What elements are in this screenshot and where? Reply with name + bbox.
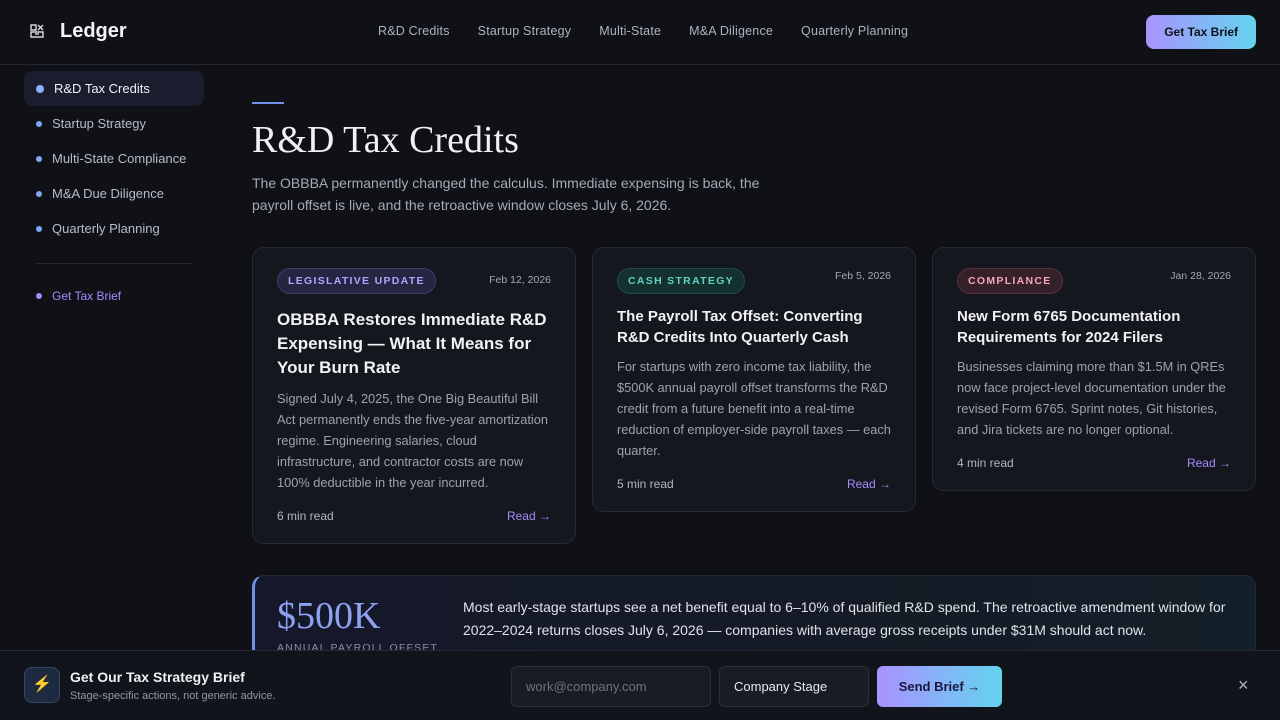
scales-icon [28, 22, 48, 42]
nav-ma-diligence[interactable]: M&A Diligence [689, 24, 773, 38]
read-link[interactable]: Read → [1187, 456, 1231, 470]
company-stage-select[interactable]: Company Stage [719, 666, 869, 707]
read-time: 5 min read [617, 477, 674, 491]
article-date: Jan 28, 2026 [1170, 270, 1231, 282]
get-tax-brief-button[interactable]: Get Tax Brief [1146, 15, 1256, 49]
bullet-dot-icon [36, 120, 42, 127]
sidebar: R&D Tax Credits Startup Strategy Multi-S… [24, 71, 204, 311]
nav-rd-credits[interactable]: R&D Credits [378, 24, 450, 38]
article-title[interactable]: New Form 6765 Documentation Requirements… [957, 306, 1231, 348]
lightning-bolt-icon: ⚡ [24, 667, 60, 703]
page-title: R&D Tax Credits [252, 119, 519, 161]
category-badge: LEGISLATIVE UPDATE [277, 268, 436, 294]
signup-title: Get Our Tax Strategy Brief [70, 669, 245, 685]
article-excerpt: Signed July 4, 2025, the One Big Beautif… [277, 391, 548, 490]
category-badge: COMPLIANCE [957, 268, 1063, 294]
sidebar-item-label: M&A Due Diligence [52, 186, 164, 201]
article-excerpt: Businesses claiming more than $1.5M in Q… [957, 359, 1226, 437]
send-brief-button[interactable]: Send Brief → [877, 666, 1002, 707]
bullet-dot-icon [36, 84, 44, 93]
bullet-dot-icon [36, 225, 42, 232]
nav-quarterly-planning[interactable]: Quarterly Planning [801, 24, 908, 38]
sidebar-cta-label: Get Tax Brief [52, 289, 122, 303]
top-nav: R&D Credits Startup Strategy Multi-State… [378, 24, 908, 38]
nav-startup-strategy[interactable]: Startup Strategy [478, 24, 572, 38]
close-icon[interactable]: × [1238, 675, 1249, 695]
sidebar-item-ma-due-diligence[interactable]: M&A Due Diligence [24, 176, 204, 211]
brand[interactable]: Ledger [28, 20, 127, 43]
signup-subtitle: Stage-specific actions, not generic advi… [70, 690, 276, 702]
article-title[interactable]: The Payroll Tax Offset: Converting R&D C… [617, 306, 891, 348]
sidebar-item-quarterly-planning[interactable]: Quarterly Planning [24, 211, 204, 246]
article-date: Feb 5, 2026 [834, 270, 891, 282]
sidebar-item-label: Quarterly Planning [52, 221, 160, 236]
brief-signup-bar: ⚡ Get Our Tax Strategy Brief Stage-speci… [0, 650, 1280, 720]
bullet-dot-icon [36, 190, 42, 197]
sidebar-item-multi-state-compliance[interactable]: Multi-State Compliance [24, 141, 204, 176]
top-header: Ledger R&D Credits Startup Strategy Mult… [0, 0, 1280, 65]
sidebar-divider [36, 263, 192, 264]
read-time: 4 min read [957, 456, 1014, 470]
stat-value: $500K [277, 595, 381, 637]
sidebar-item-label: Multi-State Compliance [52, 151, 187, 166]
article-card-obbba[interactable]: LEGISLATIVE UPDATE Feb 12, 2026 OBBBA Re… [252, 247, 576, 544]
email-input[interactable] [511, 666, 711, 707]
read-link[interactable]: Read → [847, 477, 891, 491]
stat-description: Most early-stage startups see a net bene… [463, 599, 1226, 638]
title-accent-line [252, 102, 284, 104]
sidebar-item-startup-strategy[interactable]: Startup Strategy [24, 106, 204, 141]
article-excerpt: For startups with zero income tax liabil… [617, 359, 891, 458]
bullet-dot-icon [36, 155, 42, 162]
category-badge: CASH STRATEGY [617, 268, 745, 294]
article-title[interactable]: OBBBA Restores Immediate R&D Expensing —… [277, 308, 551, 380]
read-link[interactable]: Read → [507, 509, 551, 523]
brand-name: Ledger [60, 20, 127, 42]
nav-multi-state[interactable]: Multi-State [599, 24, 661, 38]
read-time: 6 min read [277, 509, 334, 523]
sidebar-item-label: R&D Tax Credits [54, 81, 150, 96]
page-description: The OBBBA permanently changed the calcul… [252, 175, 760, 213]
sidebar-item-rd-tax-credits[interactable]: R&D Tax Credits [24, 71, 204, 106]
sidebar-item-label: Startup Strategy [52, 116, 146, 131]
article-card-payroll-offset[interactable]: CASH STRATEGY Feb 5, 2026 The Payroll Ta… [592, 247, 916, 512]
bullet-dot-icon [36, 293, 42, 299]
article-card-form-6765[interactable]: COMPLIANCE Jan 28, 2026 New Form 6765 Do… [932, 247, 1256, 491]
sidebar-get-tax-brief-link[interactable]: Get Tax Brief [24, 281, 204, 311]
article-date: Feb 12, 2026 [489, 274, 551, 286]
